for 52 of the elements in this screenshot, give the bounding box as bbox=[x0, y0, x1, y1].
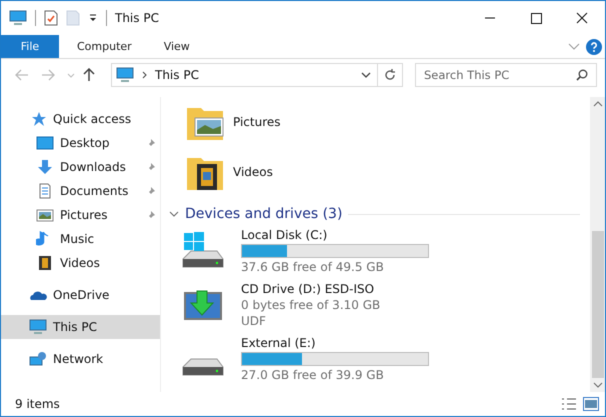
address-bar[interactable]: This PC bbox=[111, 63, 378, 87]
sidebar-item[interactable]: Quick access bbox=[1, 107, 160, 131]
download-icon bbox=[36, 159, 54, 175]
window-title: This PC bbox=[115, 11, 159, 25]
help-icon[interactable] bbox=[586, 38, 602, 54]
item-count: 9 items bbox=[15, 397, 60, 411]
sidebar-item[interactable]: Pictures bbox=[1, 203, 160, 227]
chevron-right-icon bbox=[142, 71, 147, 79]
chevron-down-icon[interactable] bbox=[361, 72, 371, 78]
scroll-down-icon[interactable] bbox=[592, 382, 602, 388]
drive-filesystem: UDF bbox=[241, 314, 267, 328]
up-arrow-icon[interactable] bbox=[83, 68, 95, 82]
search-icon bbox=[576, 69, 588, 81]
pc-icon bbox=[29, 319, 47, 335]
drive-name[interactable]: Local Disk (C:) bbox=[241, 228, 429, 242]
sidebar-item[interactable]: Network bbox=[1, 347, 160, 371]
drive-free-space: 37.6 GB free of 49.5 GB bbox=[241, 260, 385, 274]
sidebar-item[interactable]: Music bbox=[1, 227, 160, 251]
drive-free-space: 27.0 GB free of 39.9 GB bbox=[241, 368, 385, 382]
drive-name[interactable]: CD Drive (D:) ESD-ISO bbox=[241, 282, 380, 296]
hard-drive-icon bbox=[181, 357, 225, 377]
drive-free-space: 0 bytes free of 3.10 GB bbox=[241, 298, 380, 312]
properties-icon[interactable] bbox=[44, 10, 58, 26]
section-title[interactable]: Devices and drives (3) bbox=[185, 206, 342, 222]
refresh-button[interactable] bbox=[377, 63, 403, 87]
ribbon-tab[interactable]: Computer bbox=[63, 35, 146, 58]
network-icon bbox=[29, 351, 47, 367]
sidebar-item[interactable]: Videos bbox=[1, 251, 160, 275]
desktop-icon bbox=[36, 135, 54, 151]
computer-icon bbox=[116, 67, 134, 83]
computer-icon bbox=[9, 10, 27, 26]
sidebar-item[interactable]: Downloads bbox=[1, 155, 160, 179]
scrollbar[interactable] bbox=[590, 97, 605, 392]
sidebar-item[interactable]: OneDrive bbox=[1, 283, 160, 307]
sidebar-item[interactable]: Desktop bbox=[1, 131, 160, 155]
drive-name[interactable]: External (E:) bbox=[241, 336, 429, 350]
refresh-icon[interactable] bbox=[384, 69, 396, 81]
ribbon-tab[interactable]: View bbox=[150, 35, 204, 58]
picture-icon bbox=[36, 207, 54, 223]
folder-name[interactable]: Videos bbox=[233, 165, 273, 179]
address-path: This PC bbox=[155, 68, 199, 82]
sidebar-item[interactable]: Documents bbox=[1, 179, 160, 203]
sidebar-item[interactable]: This PC bbox=[1, 315, 160, 339]
large-icons-view-icon[interactable] bbox=[583, 397, 599, 411]
chevron-icon[interactable] bbox=[169, 209, 179, 219]
dropdown-icon[interactable] bbox=[88, 13, 98, 23]
folder-name[interactable]: Pictures bbox=[233, 115, 281, 129]
file-tab[interactable]: File bbox=[1, 35, 59, 58]
video-icon bbox=[36, 255, 54, 271]
scroll-up-icon[interactable] bbox=[592, 101, 602, 107]
details-view-icon[interactable] bbox=[561, 397, 577, 411]
search-field[interactable]: Search This PC bbox=[415, 63, 597, 87]
